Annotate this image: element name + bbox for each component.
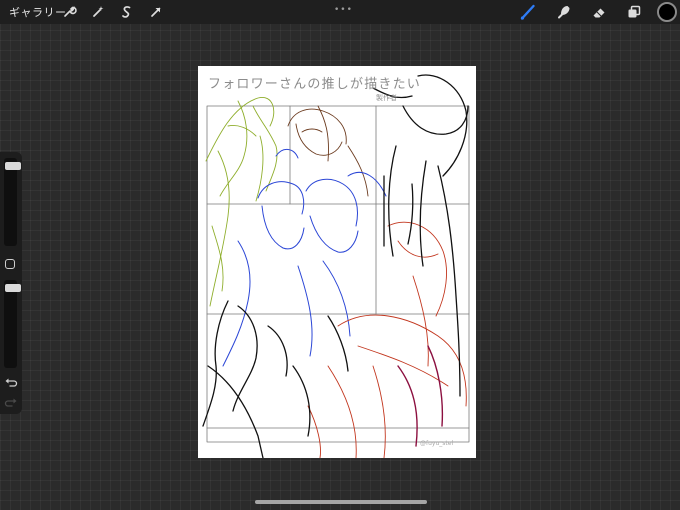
drag-handle[interactable]: ••• [334, 5, 353, 15]
selection-icon[interactable] [118, 3, 136, 21]
brush-icon[interactable] [519, 3, 537, 21]
manga-title: フォロワーさんの推しが描きたい [208, 77, 422, 92]
layers-icon[interactable] [625, 3, 643, 21]
wrench-icon[interactable] [60, 3, 78, 21]
transform-arrow-icon[interactable] [147, 3, 165, 21]
home-indicator[interactable] [255, 500, 427, 504]
modify-square-icon[interactable] [5, 259, 15, 269]
manga-subtitle: 製作者 [376, 94, 397, 102]
artist-credit: @fuyu_stel [420, 440, 454, 447]
brush-size-thumb[interactable] [5, 162, 21, 170]
crimson-sketch [397, 345, 444, 447]
sketch-artwork [202, 74, 470, 458]
brown-sketch [287, 105, 369, 197]
opacity-thumb[interactable] [5, 284, 21, 292]
magic-wand-icon[interactable] [89, 3, 107, 21]
green-sketch [205, 96, 278, 307]
black-lineart [202, 74, 469, 458]
left-sidebar [0, 152, 22, 414]
color-picker-swatch[interactable] [657, 2, 677, 22]
eraser-icon[interactable] [590, 3, 608, 21]
top-toolbar: ギャラリー ••• [0, 0, 680, 24]
opacity-slider[interactable] [4, 280, 21, 368]
brush-size-slider[interactable] [4, 158, 21, 246]
redo-icon[interactable] [4, 395, 18, 409]
blue-sketch [222, 149, 387, 367]
gallery-button[interactable]: ギャラリー [9, 4, 67, 20]
undo-icon[interactable] [4, 375, 18, 389]
smudge-icon[interactable] [555, 3, 573, 21]
drawing-canvas[interactable]: フォロワーさんの推しが描きたい 製作者 @fuyu_stel [198, 66, 476, 458]
comic-panel-borders [206, 105, 470, 443]
